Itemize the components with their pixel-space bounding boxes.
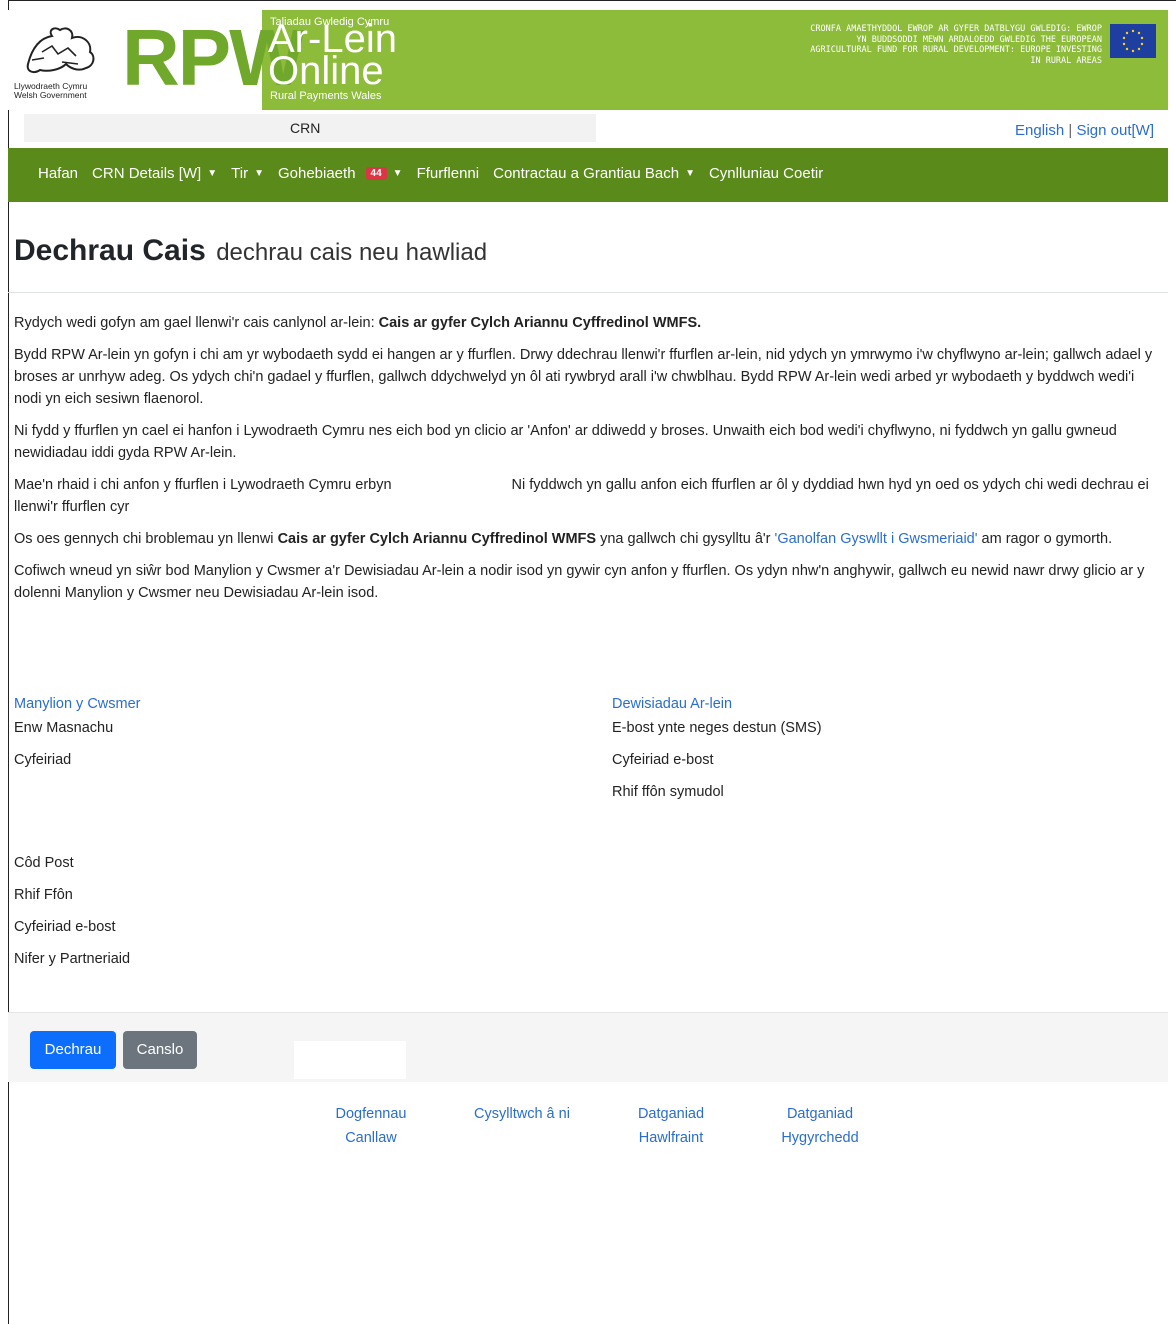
start-button[interactable]: Dechrau [30, 1031, 116, 1069]
p1-text: Rydych wedi gofyn am gael llenwi'r cais … [14, 315, 379, 331]
footer-link-line: Cysylltwch â ni [474, 1106, 570, 1122]
online-options-section: Dewisiadau Ar-lein E-bost ynte neges des… [612, 696, 1152, 816]
p4-part1: Mae'n rhaid i chi anfon y ffurflen i Lyw… [14, 477, 392, 493]
footer-link-line: Canllaw [345, 1130, 397, 1146]
nav-item-gohebiaeth[interactable]: Gohebiaeth 44 ▼ [278, 165, 403, 182]
footer-link-line: Hygyrchedd [781, 1130, 859, 1146]
footer-link-contact[interactable]: Cysylltwch â ni [462, 1102, 582, 1126]
p1-bold: Cais ar gyfer Cylch Ariannu Cyffredinol … [378, 315, 702, 331]
paragraph-6: Cofiwch wneud yn siŵr bod Manylion y Cws… [14, 563, 1145, 601]
customer-details-link[interactable]: Manylion y Cwsmer [14, 696, 574, 712]
field-partners: Nifer y Partneriaid [14, 951, 131, 967]
nav-label: Gohebiaeth [277, 165, 356, 182]
caret-down-icon: ▼ [685, 168, 695, 179]
footer-link-guidance[interactable]: Dogfennau Canllaw [326, 1102, 416, 1150]
caret-down-icon: ▼ [207, 168, 218, 179]
nav-label: CRN Details [W] [92, 165, 202, 182]
footer-link-line: Hawlfraint [638, 1130, 704, 1146]
utility-links: English | Sign out[W] [1015, 122, 1154, 139]
online-options-link[interactable]: Dewisiadau Ar-lein [612, 696, 1152, 712]
page-title: Dechrau Cais dechrau cais neu hawliad [14, 234, 487, 268]
p5-part2: yna gallwch chi gysylltu â'r [596, 531, 775, 547]
field-contact-method: E-bost ynte neges destun (SMS) [612, 720, 822, 736]
p5-part1: Os oes gennych chi broblemau yn llenwi [14, 531, 278, 547]
footer-link-copyright[interactable]: Datganiad Hawlfraint [626, 1102, 716, 1150]
utility-row: CRN English | Sign out[W] [8, 112, 1168, 148]
welsh-government-logo: Llywodraeth Cymru Welsh Government [8, 10, 114, 110]
customer-details-section: Manylion y Cwsmer Enw Masnachu Cyfeiriad… [14, 696, 574, 976]
field-email: Cyfeiriad e-bost [14, 919, 116, 935]
field-online-email: Cyfeiriad e-bost [612, 752, 714, 768]
main-content: Rydych wedi gofyn am gael llenwi'r cais … [14, 312, 1160, 614]
cancel-button[interactable]: Canslo [123, 1031, 197, 1069]
divider [8, 292, 1168, 293]
nav-item-ffurflenni[interactable]: Ffurflenni [417, 165, 480, 182]
caret-down-icon: ▼ [254, 168, 264, 179]
paragraph-5: Os oes gennych chi broblemau yn llenwi C… [14, 528, 1160, 550]
footer-link-accessibility[interactable]: Datganiad Hygyrchedd [770, 1102, 870, 1150]
nav-item-crn-details[interactable]: CRN Details [W] ▼ [92, 165, 217, 182]
field-mobile: Rhif ffôn symudol [612, 784, 724, 800]
nav-label: Hafan [38, 165, 79, 182]
action-bar: Dechrau Canslo [8, 1012, 1168, 1082]
welsh-dragon-icon [26, 27, 95, 73]
eu-flag-icon [1110, 24, 1156, 58]
nav-label: Ffurflenni [416, 165, 480, 182]
notification-badge: 44 [365, 167, 387, 180]
english-link[interactable]: English [1015, 122, 1064, 139]
nav-label: Cynlluniau Coetir [708, 165, 824, 182]
utility-separator: | [1068, 122, 1073, 139]
nav-item-tir[interactable]: Tir ▼ [231, 165, 264, 182]
paragraph-3: Ni fydd y ffurflen yn cael ei hanfon i L… [14, 423, 1117, 461]
nav-item-hafan[interactable]: Hafan [38, 165, 78, 182]
paragraph-1: Rydych wedi gofyn am gael llenwi'r cais … [14, 312, 1160, 334]
main-nav: Hafan CRN Details [W] ▼ Tir ▼ Gohebiaeth… [8, 148, 1168, 202]
online-title: Online [268, 49, 384, 93]
nav-item-contractau[interactable]: Contractau a Grantiau Bach ▼ [493, 165, 695, 182]
nav-label: Contractau a Grantiau Bach [493, 165, 680, 182]
footer-link-line: Datganiad [786, 1106, 854, 1122]
footer-link-line: Dogfennau [335, 1106, 407, 1122]
paragraph-2: Bydd RPW Ar-lein yn gofyn i chi am yr wy… [14, 347, 1153, 407]
footer-link-line: Datganiad [637, 1106, 705, 1122]
nav-label: Tir [231, 165, 249, 182]
page-title-main: Dechrau Cais [14, 234, 206, 267]
field-trading-name: Enw Masnachu [14, 720, 114, 736]
sign-out-link[interactable]: Sign out[W] [1076, 122, 1154, 139]
crn-label: CRN [290, 120, 321, 136]
nav-item-cynlluniau-coetir[interactable]: Cynlluniau Coetir [709, 165, 823, 182]
field-address: Cyfeiriad [14, 752, 72, 768]
wg-logo-line-2: Welsh Government [14, 90, 87, 100]
paragraph-4: Mae'n rhaid i chi anfon y ffurflen i Lyw… [14, 474, 1160, 518]
p5-bold: Cais ar gyfer Cylch Ariannu Cyffredinol … [277, 531, 597, 547]
caret-down-icon: ▼ [392, 168, 403, 179]
rural-payments-subtitle: Rural Payments Wales [270, 90, 382, 102]
p5-part3: am ragor o gymorth. [977, 531, 1113, 547]
blank-area [294, 1041, 406, 1079]
field-phone: Rhif Ffôn [14, 887, 73, 903]
contact-centre-link[interactable]: 'Ganolfan Gyswllt i Gwsmeriaid' [775, 531, 978, 547]
eu-funding-text: CRONFA AMAETHYDDOL EWROP AR GYFER DATBLY… [810, 24, 1102, 66]
field-postcode: Côd Post [14, 855, 74, 871]
page-title-sub: dechrau cais neu hawliad [216, 239, 488, 266]
